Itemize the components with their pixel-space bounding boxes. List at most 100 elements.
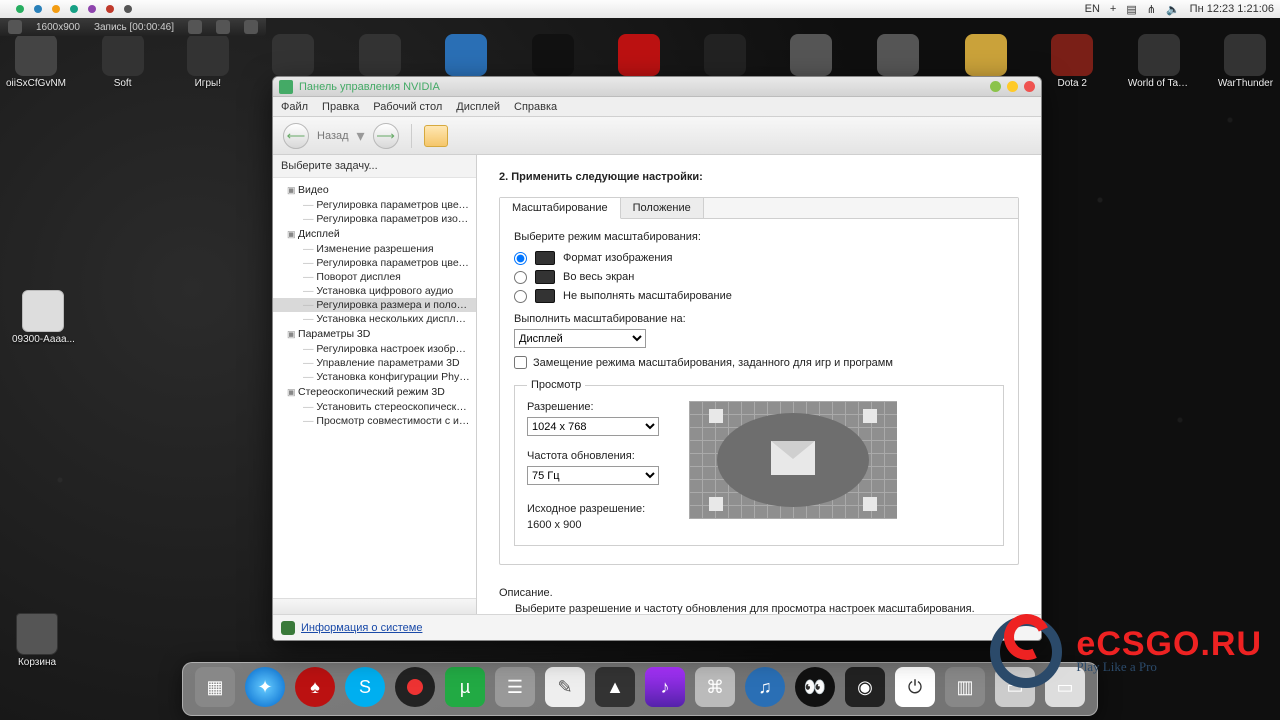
- scaling-mode-label: Выберите режим масштабирования:: [514, 231, 1004, 243]
- trash-icon: [16, 613, 58, 655]
- dock-app[interactable]: ♪: [645, 667, 685, 707]
- tree-item[interactable]: Управление параметрами 3D: [273, 356, 476, 370]
- close-button[interactable]: [1024, 81, 1035, 92]
- override-label: Замещение режима масштабирования, заданн…: [533, 357, 893, 369]
- rec-status: Запись [00:00:46]: [94, 22, 174, 33]
- window-menubar: Файл Правка Рабочий стол Дисплей Справка: [273, 97, 1041, 117]
- input-lang[interactable]: EN: [1085, 3, 1100, 15]
- tree-item[interactable]: Поворот дисплея: [273, 270, 476, 284]
- menu-help[interactable]: Справка: [514, 101, 557, 113]
- dock-app-itunes[interactable]: ♫: [745, 667, 785, 707]
- toolbar-separator: [411, 124, 412, 148]
- dock-app[interactable]: ⌘: [695, 667, 735, 707]
- app-label: oiiSxCfGvNM: [6, 78, 66, 89]
- scale-on-select[interactable]: Дисплей: [514, 329, 646, 348]
- dock-app[interactable]: ▥: [945, 667, 985, 707]
- monitor-icon: [535, 270, 555, 284]
- tab-position[interactable]: Положение: [621, 198, 704, 218]
- system-menubar: EN + ▤ ⋔ 🔈 Пн 12:23 1:21:06: [0, 0, 1280, 18]
- radio-input[interactable]: [514, 290, 527, 303]
- dock-app-notes[interactable]: ✎: [545, 667, 585, 707]
- tree-item[interactable]: Установить стереоскопический режим 3…: [273, 400, 476, 414]
- app-icon: [618, 34, 660, 76]
- dock-app[interactable]: ▲: [595, 667, 635, 707]
- expand-icon[interactable]: [8, 20, 22, 34]
- tree-item[interactable]: Изменение разрешения: [273, 242, 476, 256]
- rec-control-icon[interactable]: [216, 20, 230, 34]
- radio-fullscreen[interactable]: Во весь экран: [514, 270, 1004, 284]
- tree-item[interactable]: Установка нескольких дисплеев: [273, 312, 476, 326]
- minimize-button[interactable]: [990, 81, 1001, 92]
- radio-label: Не выполнять масштабирование: [563, 290, 732, 302]
- sidebar-scrollbar[interactable]: [273, 598, 476, 614]
- dock-app-safari[interactable]: ✦: [245, 667, 285, 707]
- menu-file[interactable]: Файл: [281, 101, 308, 113]
- tree-item[interactable]: Регулировка параметров цвета для вид…: [273, 198, 476, 212]
- dock-app-utorrent[interactable]: µ: [445, 667, 485, 707]
- tree-item[interactable]: Регулировка параметров цвета рабочег…: [273, 256, 476, 270]
- app-icon: [359, 34, 401, 76]
- refresh-label: Частота обновления:: [527, 450, 659, 462]
- desktop-shortcut[interactable]: oiiSxCfGvNM: [6, 34, 66, 89]
- home-button[interactable]: [424, 125, 448, 147]
- tree-cat-3d[interactable]: Параметры 3D: [273, 326, 476, 342]
- system-info-link[interactable]: Информация о системе: [301, 622, 422, 634]
- desktop-shortcut[interactable]: Игры!: [179, 34, 236, 89]
- dock-app[interactable]: ⏻: [895, 667, 935, 707]
- desktop-file[interactable]: 09300-Аааа...: [12, 290, 75, 345]
- monitor-icon: [535, 289, 555, 303]
- rec-control-icon[interactable]: [188, 20, 202, 34]
- desktop-shortcut[interactable]: Soft: [94, 34, 151, 89]
- desktop-shortcut[interactable]: World of Tanks: [1129, 34, 1189, 89]
- dock-app-steam[interactable]: ◉: [845, 667, 885, 707]
- wifi-icon[interactable]: ⋔: [1147, 3, 1156, 16]
- tray-icon[interactable]: ▤: [1126, 3, 1136, 16]
- tree-cat-display[interactable]: Дисплей: [273, 226, 476, 242]
- resolution-select[interactable]: 1024 x 768: [527, 417, 659, 436]
- plus-icon[interactable]: +: [1110, 3, 1116, 15]
- tree-item[interactable]: Просмотр совместимости с играми: [273, 414, 476, 428]
- tree-item-selected[interactable]: Регулировка размера и положения рабо…: [273, 298, 476, 312]
- window-titlebar[interactable]: Панель управления NVIDIA: [273, 77, 1041, 97]
- rec-control-icon[interactable]: [244, 20, 258, 34]
- tree-cat-video[interactable]: Видео: [273, 182, 476, 198]
- tree-item[interactable]: Установка конфигурации PhysX: [273, 370, 476, 384]
- task-tree[interactable]: Видео Регулировка параметров цвета для в…: [273, 178, 476, 598]
- clock[interactable]: Пн 12:23 1:21:06: [1190, 3, 1274, 15]
- menu-edit[interactable]: Правка: [322, 101, 359, 113]
- dock-app-pokerstars[interactable]: ♠: [295, 667, 335, 707]
- radio-label: Во весь экран: [563, 271, 634, 283]
- refresh-select[interactable]: 75 Гц: [527, 466, 659, 485]
- desktop-shortcut[interactable]: WarThunder: [1217, 34, 1274, 89]
- app-label: Игры!: [195, 78, 221, 89]
- dock-app[interactable]: ☰: [495, 667, 535, 707]
- dock-app-skype[interactable]: S: [345, 667, 385, 707]
- nav-back-button[interactable]: ⟵: [283, 123, 309, 149]
- nav-forward-button[interactable]: ⟶: [373, 123, 399, 149]
- app-icon: [877, 34, 919, 76]
- app-icon: [272, 34, 314, 76]
- override-checkbox[interactable]: [514, 356, 527, 369]
- trash[interactable]: Корзина: [16, 613, 58, 668]
- radio-aspect[interactable]: Формат изображения: [514, 251, 1004, 265]
- dock-app[interactable]: 👀: [795, 667, 835, 707]
- tab-scaling[interactable]: Масштабирование: [500, 198, 621, 219]
- dock-app-record[interactable]: [395, 667, 435, 707]
- desktop-shortcut[interactable]: Dota 2: [1044, 34, 1101, 89]
- section-title: 2. Применить следующие настройки:: [499, 171, 1019, 183]
- radio-input[interactable]: [514, 271, 527, 284]
- menu-display[interactable]: Дисплей: [456, 101, 500, 113]
- tree-item[interactable]: Установка цифрового аудио: [273, 284, 476, 298]
- tree-cat-stereo[interactable]: Стереоскопический режим 3D: [273, 384, 476, 400]
- tree-item[interactable]: Регулировка настроек изображения с пр…: [273, 342, 476, 356]
- menu-desktop[interactable]: Рабочий стол: [373, 101, 442, 113]
- override-checkbox-row[interactable]: Замещение режима масштабирования, заданн…: [514, 356, 1004, 369]
- dock-app-finder[interactable]: ▦: [195, 667, 235, 707]
- radio-noscale[interactable]: Не выполнять масштабирование: [514, 289, 1004, 303]
- app-icon: [1138, 34, 1180, 76]
- volume-icon[interactable]: 🔈: [1166, 3, 1180, 16]
- tree-item[interactable]: Регулировка параметров изображения д…: [273, 212, 476, 226]
- maximize-button[interactable]: [1007, 81, 1018, 92]
- menubar-indicator-icon: [106, 5, 114, 13]
- radio-input[interactable]: [514, 252, 527, 265]
